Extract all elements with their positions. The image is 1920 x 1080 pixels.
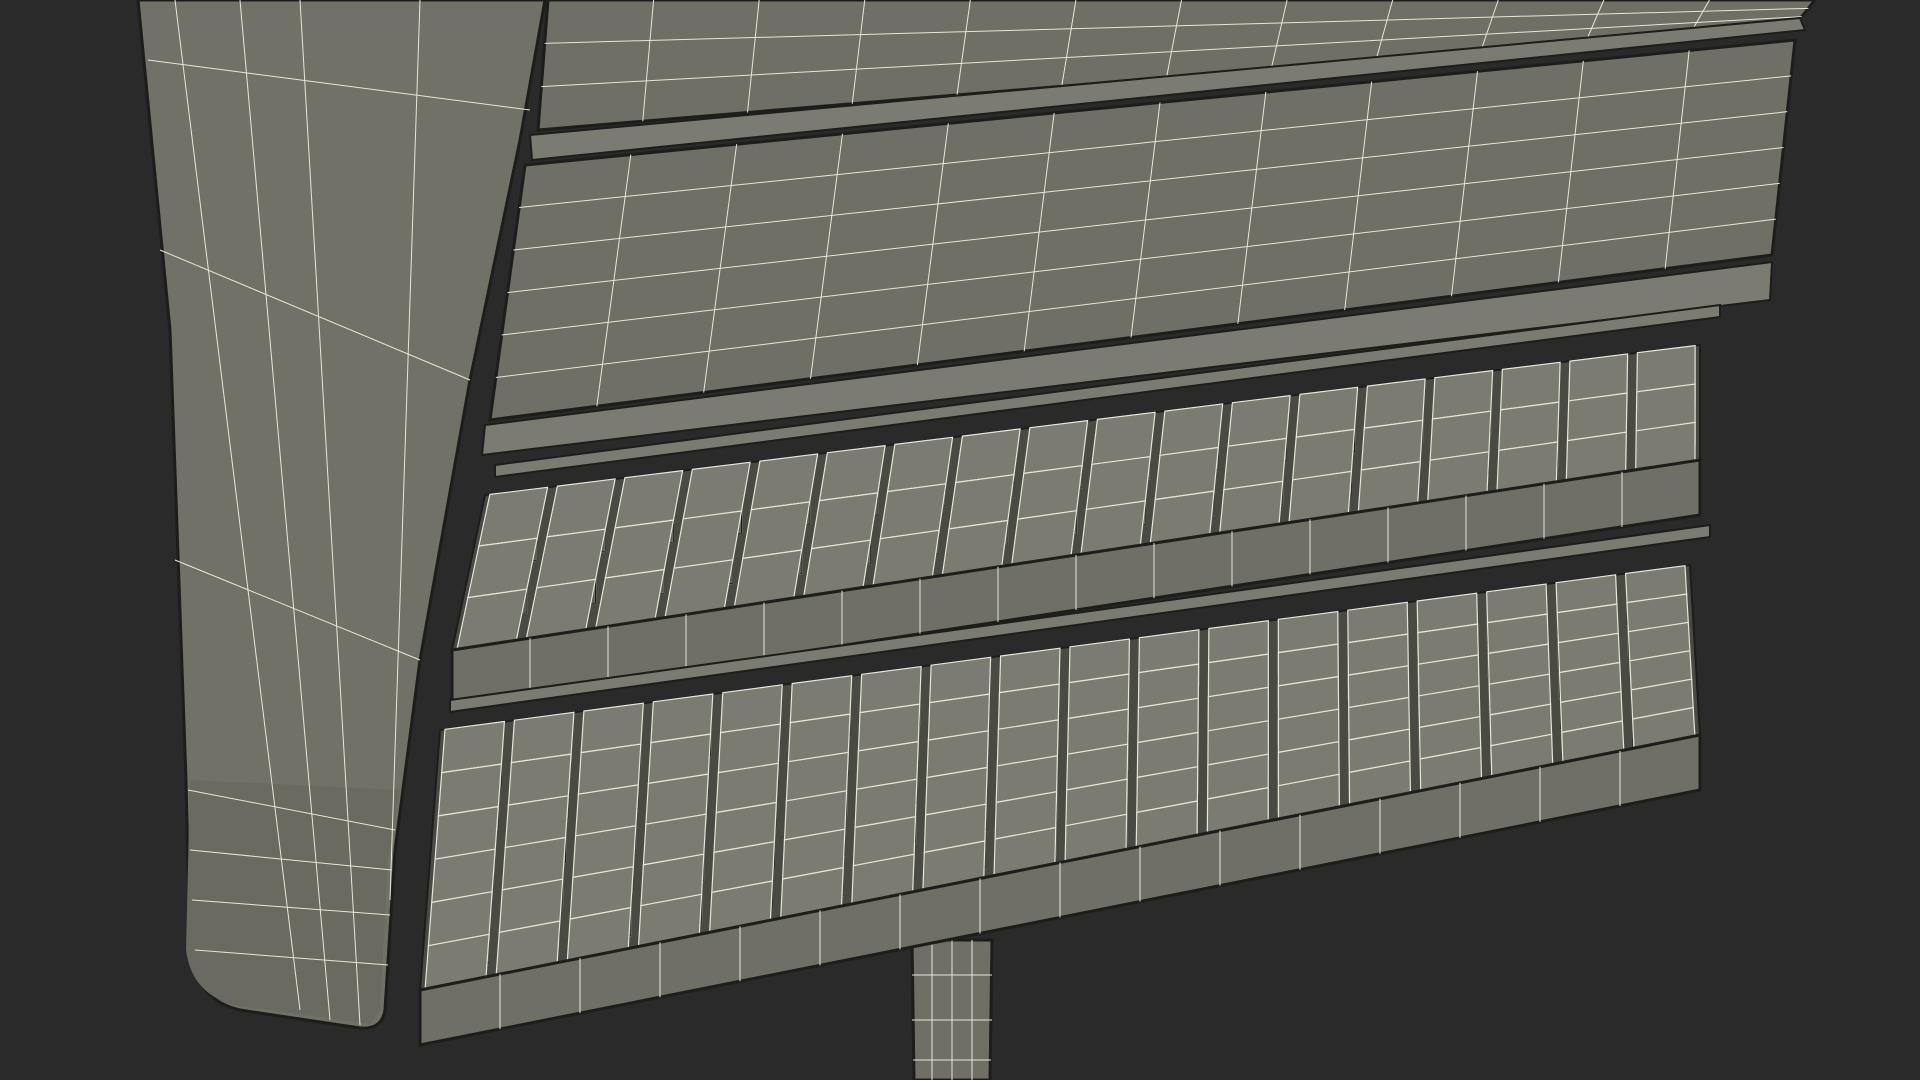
product-box-top [954,428,1021,484]
product-box-top [614,469,684,529]
product-box-top [818,444,886,502]
stand-pole [910,938,994,1080]
product-box-top [682,461,751,520]
product-box-top [1091,411,1156,465]
product-box-top [750,453,819,511]
product-box-top [546,478,616,538]
product-box-top [886,436,954,493]
product-box-top [1023,419,1089,475]
product-box-top [478,486,549,547]
wireframe-shelf-scene [0,0,1920,1080]
